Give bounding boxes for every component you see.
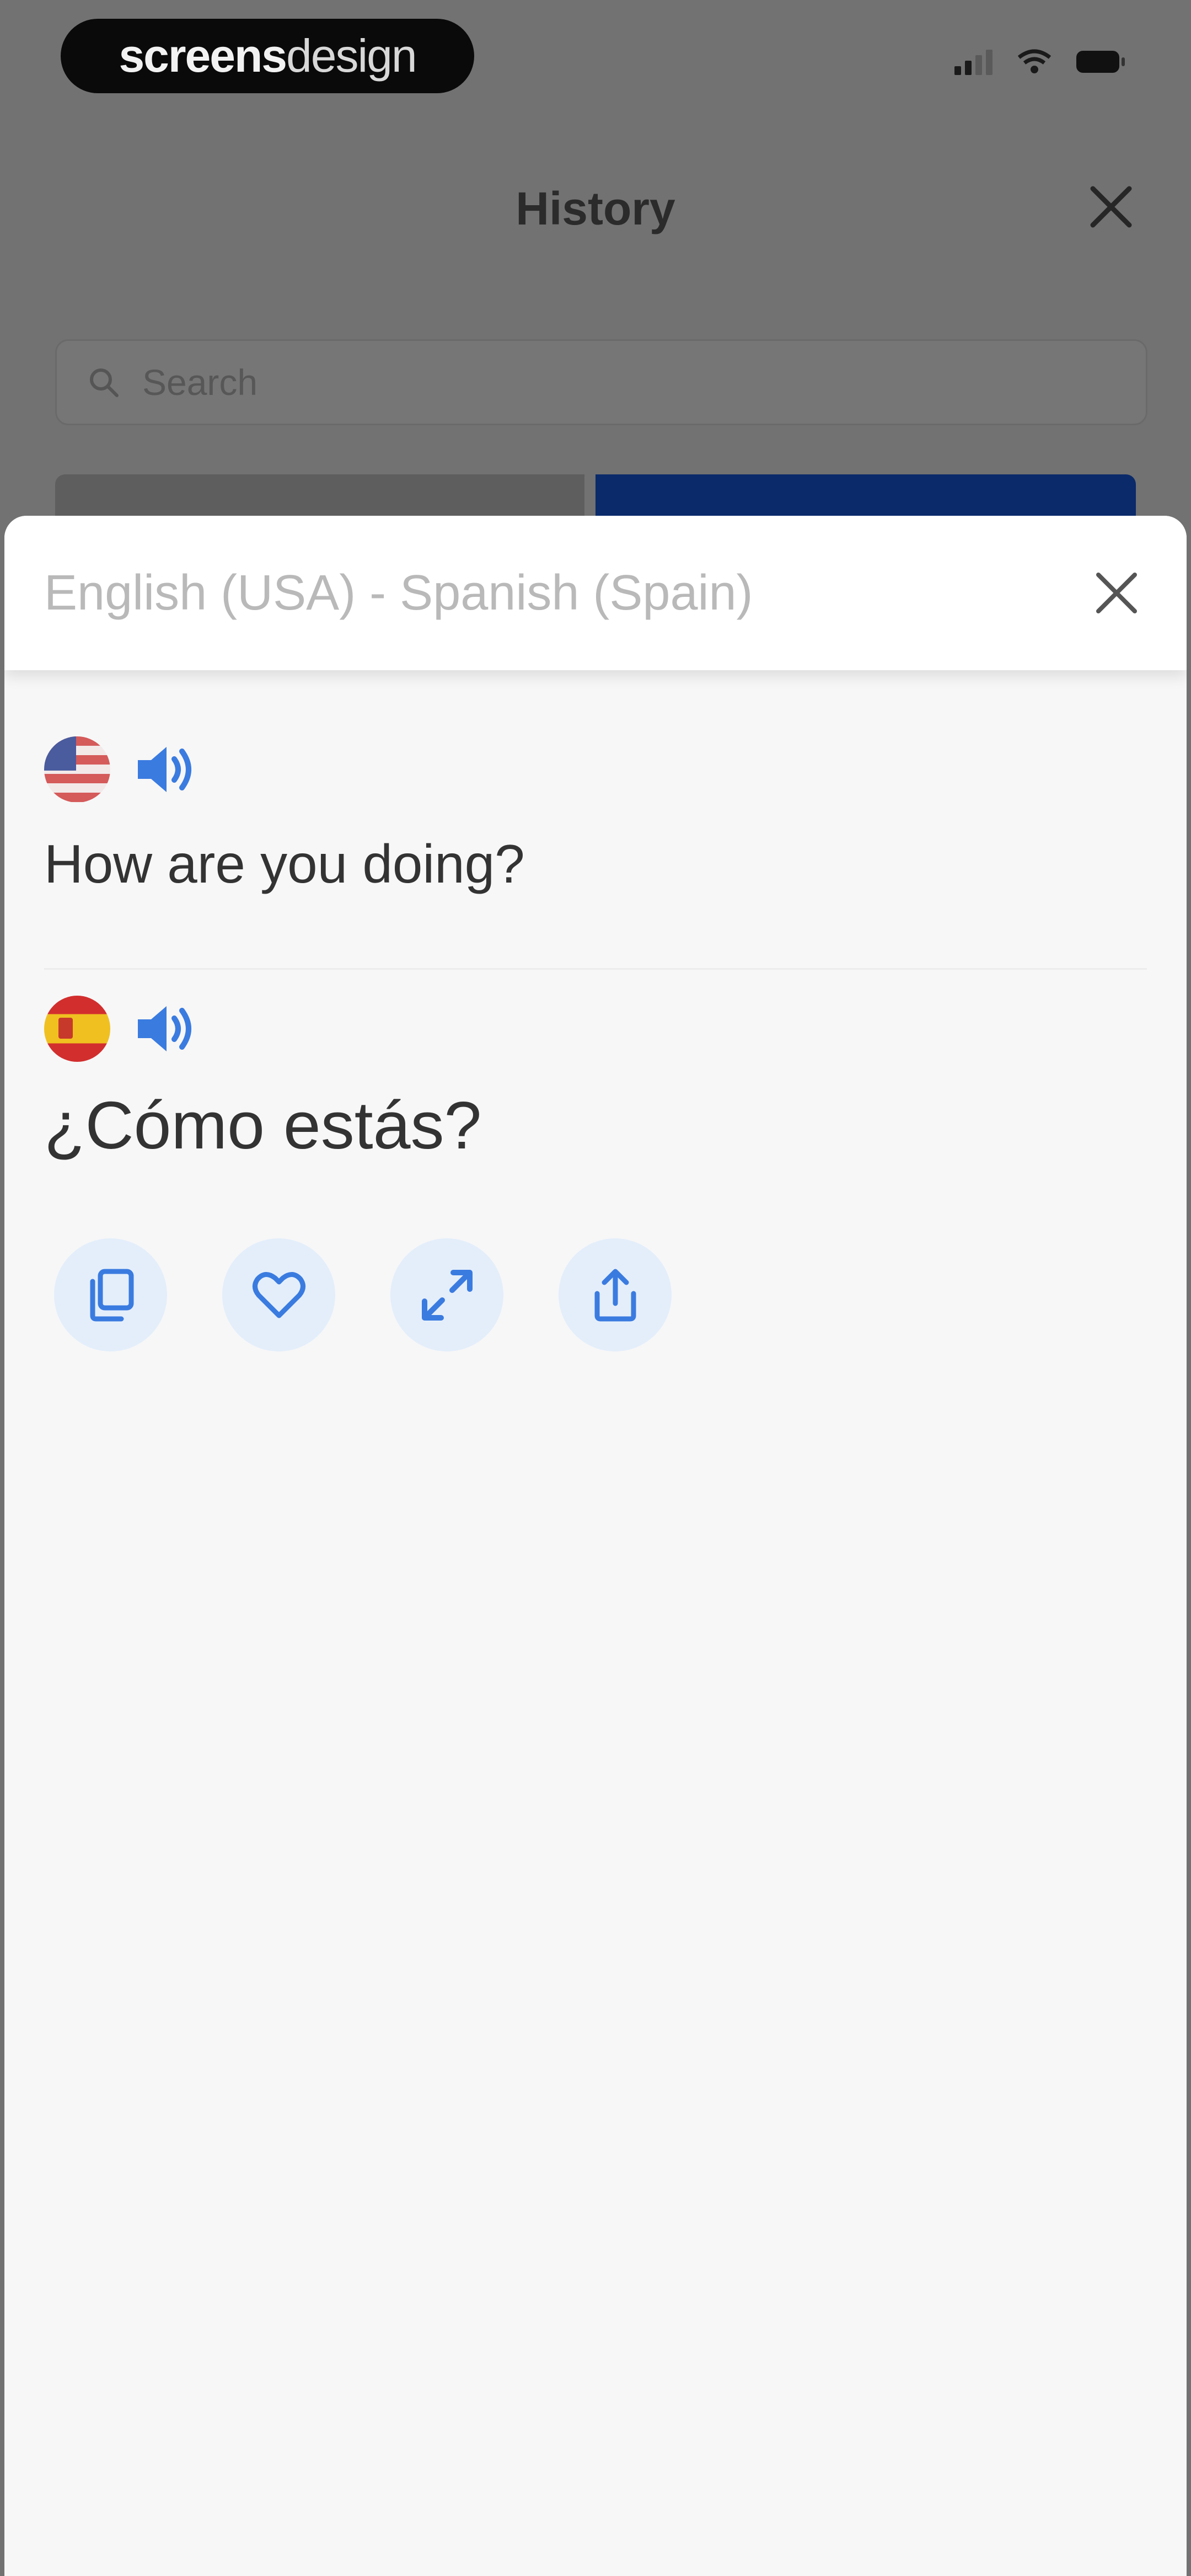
us-flag-icon [44,736,110,803]
source-speaker-icon[interactable] [132,739,198,800]
target-language-row [44,996,198,1062]
battery-icon [1076,51,1125,73]
search-icon [90,368,119,397]
translation-detail-sheet: English (USA) - Spanish (Spain) How are … [4,516,1187,2576]
sheet-header: English (USA) - Spanish (Spain) [4,516,1187,670]
background-title: History [516,183,675,234]
watermark-logo: screens design [61,19,474,93]
watermark-text-bold: screens [119,30,287,82]
background-close-icon[interactable] [1086,182,1136,232]
source-language-row [44,736,198,803]
source-text: How are you doing? [44,833,525,894]
wifi-icon [1017,49,1051,73]
expand-button[interactable] [390,1238,503,1351]
spain-flag-icon [44,996,110,1062]
watermark-text-light: design [286,30,417,82]
share-icon [594,1269,636,1321]
target-speaker-icon[interactable] [132,998,198,1059]
close-icon[interactable] [1092,568,1141,618]
expand-icon [421,1269,473,1321]
translated-text: ¿Cómo estás? [44,1088,482,1163]
share-button[interactable] [559,1238,672,1351]
copy-icon [90,1269,133,1321]
divider [44,968,1147,970]
heart-icon [252,1271,305,1318]
search-placeholder: Search [142,362,258,403]
copy-button[interactable] [54,1238,167,1351]
signal-icon [954,49,993,75]
favorite-button[interactable] [222,1238,335,1351]
status-bar-icons [954,49,1125,75]
background-search-input[interactable]: Search [55,339,1147,425]
action-bar [54,1238,672,1351]
language-pair-title: English (USA) - Spanish (Spain) [44,565,753,621]
